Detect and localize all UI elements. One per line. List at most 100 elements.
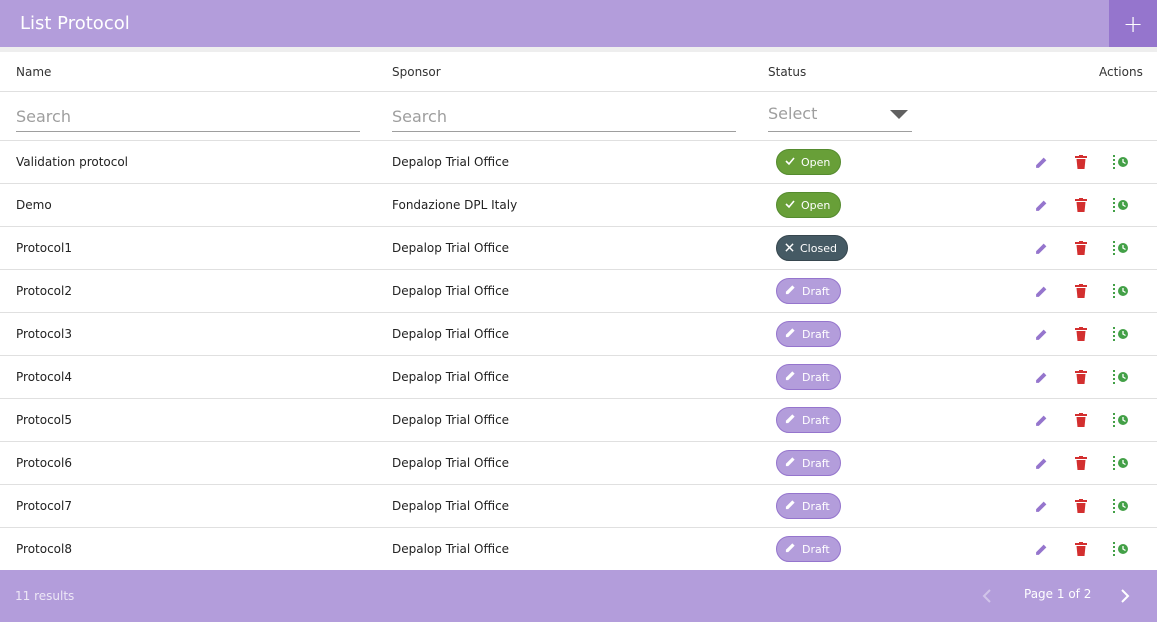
delete-icon[interactable] (1072, 540, 1090, 558)
table-row[interactable]: Protocol6 Depalop Trial Office Draft (0, 442, 1157, 485)
history-icon[interactable] (1112, 454, 1130, 472)
row-name: Protocol8 (16, 542, 72, 556)
history-icon[interactable] (1112, 497, 1130, 515)
row-sponsor: Depalop Trial Office (392, 370, 510, 384)
pencil-icon (785, 499, 796, 513)
status-badge: Draft (776, 536, 841, 562)
column-name-header: Name (16, 65, 52, 79)
edit-icon[interactable] (1032, 196, 1050, 214)
row-sponsor: Depalop Trial Office (392, 499, 510, 513)
row-name: Protocol7 (16, 499, 72, 513)
row-name: Protocol5 (16, 413, 72, 427)
name-search-input[interactable] (16, 102, 360, 132)
row-sponsor: Depalop Trial Office (392, 155, 510, 169)
table-row[interactable]: Protocol7 Depalop Trial Office Draft (0, 485, 1157, 528)
edit-icon[interactable] (1032, 411, 1050, 429)
edit-icon[interactable] (1032, 282, 1050, 300)
table-row[interactable]: Demo Fondazione DPL Italy Open (0, 184, 1157, 227)
pencil-icon (785, 413, 796, 427)
status-label: Open (801, 155, 831, 169)
table-row[interactable]: Protocol3 Depalop Trial Office Draft (0, 313, 1157, 356)
history-icon[interactable] (1112, 540, 1130, 558)
page-indicator: Page 1 of 2 (1024, 587, 1092, 601)
delete-icon[interactable] (1072, 239, 1090, 257)
delete-icon[interactable] (1072, 497, 1090, 515)
status-label: Draft (802, 499, 830, 513)
status-label: Closed (800, 241, 837, 255)
chevron-left-icon[interactable] (978, 586, 996, 606)
close-icon (785, 242, 794, 255)
status-badge: Draft (776, 321, 841, 347)
status-badge: Open (776, 192, 842, 218)
filter-row: Select (0, 92, 1157, 141)
column-sponsor-header: Sponsor (392, 65, 441, 79)
history-icon[interactable] (1112, 368, 1130, 386)
row-name: Validation protocol (16, 155, 129, 169)
edit-icon[interactable] (1032, 325, 1050, 343)
row-name: Protocol6 (16, 456, 72, 470)
delete-icon[interactable] (1072, 411, 1090, 429)
check-icon (785, 156, 795, 169)
page-title: List Protocol (20, 13, 130, 34)
row-sponsor: Fondazione DPL Italy (392, 198, 518, 212)
history-icon[interactable] (1112, 282, 1130, 300)
column-actions-header: Actions (1099, 65, 1143, 79)
status-badge: Draft (776, 278, 841, 304)
history-icon[interactable] (1112, 239, 1130, 257)
chevron-right-icon[interactable] (1116, 586, 1134, 606)
table-row[interactable]: Protocol8 Depalop Trial Office Draft (0, 528, 1157, 571)
row-name: Demo (16, 198, 52, 212)
add-protocol-button[interactable]: + (1109, 0, 1157, 47)
status-badge: Draft (776, 407, 841, 433)
delete-icon[interactable] (1072, 454, 1090, 472)
row-sponsor: Depalop Trial Office (392, 542, 510, 556)
pencil-icon (785, 327, 796, 341)
delete-icon[interactable] (1072, 282, 1090, 300)
history-icon[interactable] (1112, 411, 1130, 429)
history-icon[interactable] (1112, 196, 1130, 214)
row-sponsor: Depalop Trial Office (392, 241, 510, 255)
row-sponsor: Depalop Trial Office (392, 413, 510, 427)
row-sponsor: Depalop Trial Office (392, 456, 510, 470)
delete-icon[interactable] (1072, 368, 1090, 386)
status-label: Draft (802, 327, 830, 341)
status-select[interactable]: Select (768, 102, 912, 132)
history-icon[interactable] (1112, 325, 1130, 343)
edit-icon[interactable] (1032, 497, 1050, 515)
sponsor-search-input[interactable] (392, 102, 736, 132)
row-sponsor: Depalop Trial Office (392, 327, 510, 341)
caret-down-icon (890, 110, 908, 119)
table-row[interactable]: Validation protocol Depalop Trial Office O… (0, 141, 1157, 184)
table-row[interactable]: Protocol4 Depalop Trial Office Draft (0, 356, 1157, 399)
table-row[interactable]: Protocol5 Depalop Trial Office Draft (0, 399, 1157, 442)
status-label: Draft (802, 284, 830, 298)
row-name: Protocol3 (16, 327, 72, 341)
table-row[interactable]: Protocol2 Depalop Trial Office Draft (0, 270, 1157, 313)
row-sponsor: Depalop Trial Office (392, 284, 510, 298)
edit-icon[interactable] (1032, 454, 1050, 472)
check-icon (785, 199, 795, 212)
row-name: Protocol1 (16, 241, 72, 255)
table-row[interactable]: Protocol1 Depalop Trial Office Closed (0, 227, 1157, 270)
row-name: Protocol2 (16, 284, 72, 298)
delete-icon[interactable] (1072, 153, 1090, 171)
results-count: 11 results (15, 589, 75, 603)
pencil-icon (785, 456, 796, 470)
pencil-icon (785, 370, 796, 384)
edit-icon[interactable] (1032, 368, 1050, 386)
status-label: Open (801, 198, 831, 212)
column-status-header: Status (768, 65, 807, 79)
table-body: Validation protocol Depalop Trial Office O… (0, 141, 1157, 571)
status-badge: Draft (776, 364, 841, 390)
status-label: Draft (802, 456, 830, 470)
history-icon[interactable] (1112, 153, 1130, 171)
table-header: Name Sponsor Status Actions (0, 52, 1157, 92)
edit-icon[interactable] (1032, 540, 1050, 558)
delete-icon[interactable] (1072, 325, 1090, 343)
app-header: List Protocol + (0, 0, 1157, 47)
edit-icon[interactable] (1032, 239, 1050, 257)
delete-icon[interactable] (1072, 196, 1090, 214)
status-badge: Open (776, 149, 842, 175)
edit-icon[interactable] (1032, 153, 1050, 171)
status-select-placeholder: Select (768, 104, 818, 123)
